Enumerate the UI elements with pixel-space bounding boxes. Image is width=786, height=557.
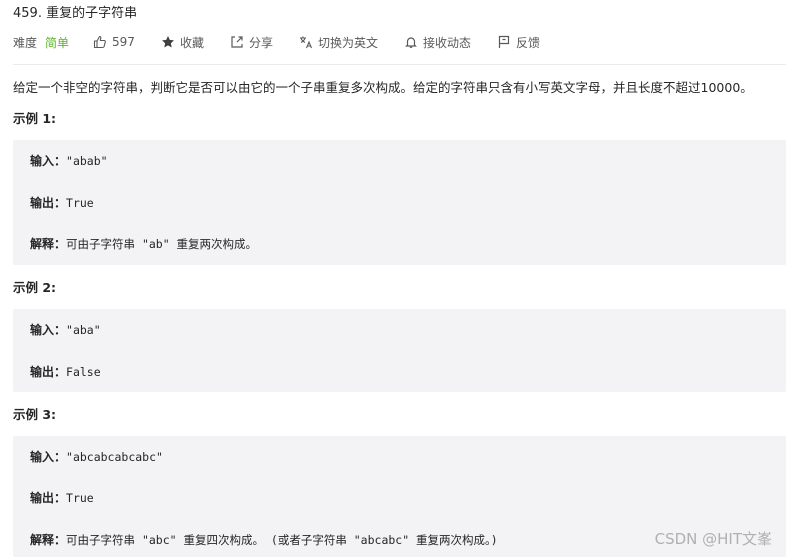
share-icon — [231, 36, 243, 48]
explain-value: 可由子字符串 "abc" 重复四次构成。 (或者子字符串 "abcabc" 重复… — [66, 533, 498, 547]
example-2-input: 输入："aba" — [30, 322, 101, 338]
input-label: 输入： — [30, 154, 67, 168]
example-1-input: 输入："abab" — [30, 153, 108, 169]
header-divider — [13, 64, 786, 65]
problem-title: 459. 重复的子字符串 — [13, 6, 138, 21]
problem-toolbar: 难度 简单 597 收藏 分享 切换为英文 接收动态 反馈 — [13, 33, 566, 51]
example-3-explanation: 解释：可由子字符串 "abc" 重复四次构成。 (或者子字符串 "abcabc"… — [30, 532, 498, 548]
example-1-block: 输入："abab" 输出：True 解释：可由子字符串 "ab" 重复两次构成。 — [13, 140, 786, 265]
example-2-output: 输出：False — [30, 364, 101, 380]
example-3-input: 输入："abcabcabcabc" — [30, 449, 163, 465]
difficulty-label: 难度 — [13, 35, 38, 50]
feedback-label: 反馈 — [516, 35, 541, 50]
favorite-label: 收藏 — [179, 35, 204, 50]
share-label: 分享 — [248, 35, 273, 50]
share-button[interactable]: 分享 — [230, 34, 273, 51]
star-icon — [161, 36, 174, 48]
notify-label: 接收动态 — [422, 35, 471, 50]
translate-icon — [299, 36, 312, 49]
notify-button[interactable]: 接收动态 — [404, 34, 471, 51]
csdn-watermark: CSDN @HIT文峯 — [654, 530, 772, 548]
feedback-button[interactable]: 反馈 — [497, 34, 540, 51]
example-1-output: 输出：True — [30, 195, 94, 211]
translate-button[interactable]: 切换为英文 — [299, 34, 378, 51]
explain-value: 可由子字符串 "ab" 重复两次构成。 — [66, 237, 258, 251]
favorite-button[interactable]: 收藏 — [161, 34, 204, 51]
output-label: 输出： — [30, 491, 67, 505]
input-value: "abcabcabcabc" — [66, 450, 163, 464]
output-value: True — [66, 196, 94, 210]
input-label: 输入： — [30, 450, 67, 464]
flag-icon — [498, 35, 510, 48]
translate-label: 切换为英文 — [317, 35, 378, 50]
input-value: "abab" — [66, 154, 108, 168]
explain-label: 解释： — [30, 533, 67, 547]
input-value: "aba" — [66, 323, 101, 337]
example-2-block: 输入："aba" 输出：False — [13, 309, 786, 392]
example-1-explanation: 解释：可由子字符串 "ab" 重复两次构成。 — [30, 236, 257, 252]
example-1-heading: 示例 1: — [13, 111, 57, 126]
example-3-heading: 示例 3: — [13, 407, 57, 422]
output-label: 输出： — [30, 196, 67, 210]
difficulty-badge: 简单 — [45, 35, 70, 50]
problem-description: 给定一个非空的字符串，判断它是否可以由它的一个子串重复多次构成。给定的字符串只含… — [13, 80, 753, 95]
output-value: True — [66, 491, 94, 505]
output-label: 输出： — [30, 365, 67, 379]
example-3-output: 输出：True — [30, 490, 94, 506]
explain-label: 解释： — [30, 237, 67, 251]
example-2-heading: 示例 2: — [13, 280, 57, 295]
bell-icon — [405, 37, 417, 48]
like-count: 597 — [112, 35, 135, 49]
output-value: False — [66, 365, 101, 379]
thumbs-up-icon — [93, 35, 106, 49]
input-label: 输入： — [30, 323, 67, 337]
like-button[interactable]: 597 — [93, 35, 135, 49]
